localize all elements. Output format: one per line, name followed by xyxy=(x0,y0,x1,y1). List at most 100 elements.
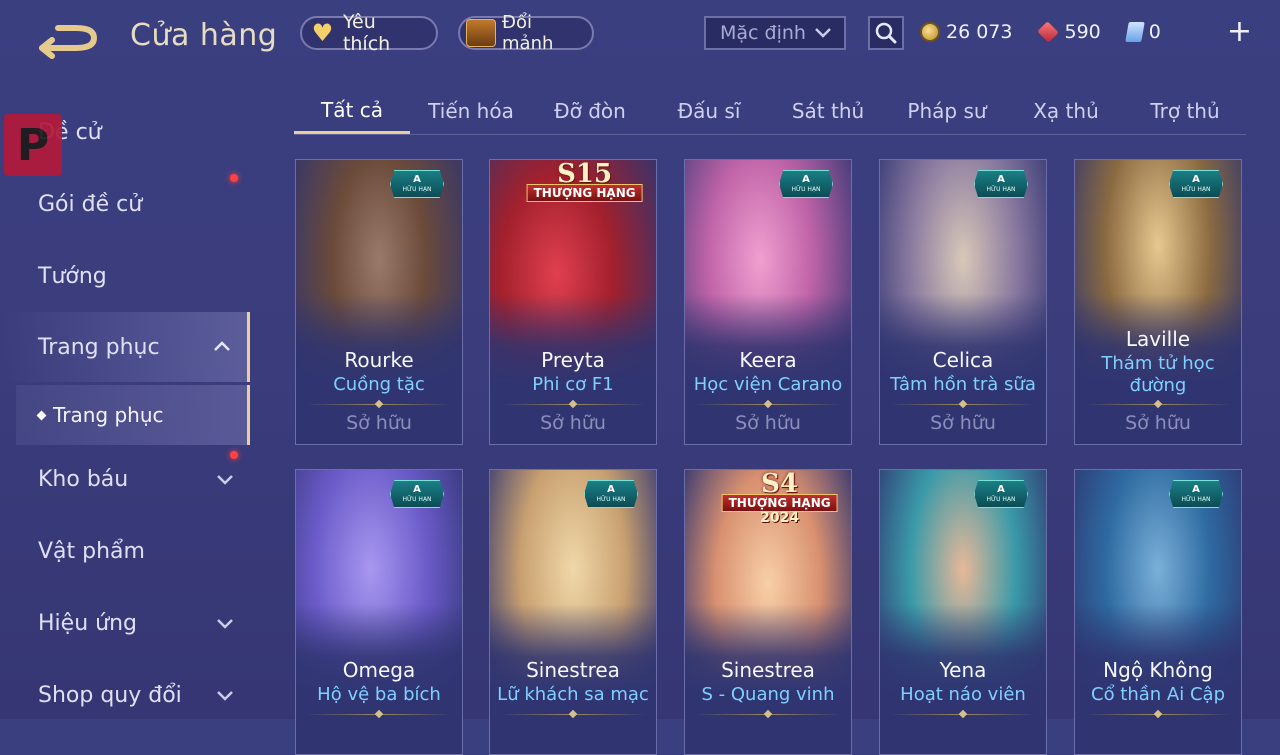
skin-name: Lữ khách sa mạc xyxy=(497,684,649,705)
sidebar-item-exchange-shop[interactable]: Shop quy đổi xyxy=(0,665,250,725)
limited-badge: A HỮU HẠN xyxy=(584,480,638,508)
skin-card[interactable]: S4 THƯỢNG HẠNG 2024 Sinestrea S - Quang … xyxy=(684,469,852,755)
skin-card[interactable]: A HỮU HẠN Ngộ Không Cổ thần Ai Cập xyxy=(1074,469,1242,755)
skin-name: S - Quang vinh xyxy=(701,684,835,705)
season-rank-badge: S15 THƯỢNG HẠNG xyxy=(526,160,643,202)
skin-card[interactable]: S15 THƯỢNG HẠNG Preyta Phi cơ F1 Sở hữu xyxy=(489,159,657,445)
sidebar-item-label: Hiệu ứng xyxy=(38,610,137,636)
chevron-down-icon xyxy=(815,28,831,38)
heart-icon: ♥ xyxy=(311,19,334,47)
gem-icon xyxy=(1037,21,1060,43)
sidebar-subitem-label: Trang phục xyxy=(53,403,164,427)
hero-name: Laville xyxy=(1125,327,1191,351)
owned-status: Sở hữu xyxy=(346,412,412,434)
skin-name: Phi cơ F1 xyxy=(532,374,614,395)
search-icon xyxy=(875,22,897,44)
gem-currency: 590 xyxy=(1037,21,1101,43)
voucher-icon xyxy=(1124,22,1145,42)
currency-bar: 26 073 590 0 + xyxy=(920,14,1270,50)
owned-status: Sở hữu xyxy=(1125,412,1191,434)
sidebar-item-recommended-packs[interactable]: Gói đề cử xyxy=(0,174,250,234)
chevron-down-icon xyxy=(217,475,233,485)
limited-badge: A HỮU HẠN xyxy=(779,170,833,198)
voucher-currency: 0 xyxy=(1124,21,1161,43)
sort-value: Mặc định xyxy=(720,22,806,44)
skin-name: Học viện Carano xyxy=(693,374,843,395)
tab-mage[interactable]: Pháp sư xyxy=(888,88,1006,134)
tab-tank[interactable]: Đỡ đòn xyxy=(531,88,649,134)
limited-badge: A HỮU HẠN xyxy=(390,170,444,198)
search-button[interactable] xyxy=(868,16,904,50)
page-title: Cửa hàng xyxy=(130,18,278,53)
back-arrow-icon xyxy=(39,25,98,59)
sidebar-item-skins[interactable]: Trang phục xyxy=(0,312,250,382)
owned-status: Sở hữu xyxy=(930,412,996,434)
sidebar-item-heroes[interactable]: Tướng xyxy=(0,246,250,306)
app-logo: P xyxy=(4,114,62,176)
skin-card[interactable]: A HỮU HẠN Yena Hoạt náo viên xyxy=(879,469,1047,755)
add-currency-button[interactable]: + xyxy=(1227,17,1252,47)
season-rank-badge: S4 THƯỢNG HẠNG 2024 xyxy=(721,470,838,526)
gold-currency: 26 073 xyxy=(920,21,1012,43)
sidebar-subitem-skins[interactable]: Trang phục xyxy=(16,385,250,445)
hero-name: Yena xyxy=(939,658,987,682)
tab-support[interactable]: Trợ thủ xyxy=(1126,88,1244,134)
chevron-down-icon xyxy=(217,691,233,701)
tab-marksman[interactable]: Xạ thủ xyxy=(1007,88,1125,134)
skin-card[interactable]: A HỮU HẠN Rourke Cuồng tặc Sở hữu xyxy=(295,159,463,445)
limited-badge: A HỮU HẠN xyxy=(390,480,444,508)
skin-card[interactable]: A HỮU HẠN Laville Thám tử học đường Sở hữ… xyxy=(1074,159,1242,445)
chevron-up-icon xyxy=(214,341,230,351)
hero-name: Preyta xyxy=(541,348,605,372)
hero-name: Omega xyxy=(342,658,416,682)
skin-card[interactable]: A HỮU HẠN Sinestrea Lữ khách sa mạc xyxy=(489,469,657,755)
gem-amount: 590 xyxy=(1064,21,1101,43)
sidebar: Đề cử Gói đề cử Tướng Trang phục Trang p… xyxy=(0,92,250,719)
hero-name: Celica xyxy=(932,348,994,372)
hero-name: Ngộ Không xyxy=(1103,658,1213,682)
hero-name: Sinestrea xyxy=(526,658,620,682)
sidebar-item-label: Vật phẩm xyxy=(38,538,145,564)
tab-evolution[interactable]: Tiến hóa xyxy=(412,88,530,134)
skin-name: Cổ thần Ai Cập xyxy=(1091,684,1225,705)
gold-coin-icon xyxy=(920,22,940,42)
tab-fighter[interactable]: Đấu sĩ xyxy=(650,88,768,134)
sort-dropdown[interactable]: Mặc định xyxy=(704,16,846,50)
sidebar-item-treasure[interactable]: Kho báu xyxy=(0,449,250,509)
back-button[interactable] xyxy=(36,20,104,60)
skin-name: Thám tử học đường xyxy=(1101,353,1215,396)
sidebar-item-label: Tướng xyxy=(38,263,107,289)
sidebar-item-effects[interactable]: Hiệu ứng xyxy=(0,593,250,653)
owned-status: Sở hữu xyxy=(735,412,801,434)
sidebar-item-label: Shop quy đổi xyxy=(38,682,182,708)
limited-badge: A HỮU HẠN xyxy=(1169,170,1223,198)
owned-status: Sở hữu xyxy=(540,412,606,434)
notification-dot xyxy=(230,451,238,459)
skin-card[interactable]: A HỮU HẠN Keera Học viện Carano Sở hữu xyxy=(684,159,852,445)
sidebar-item-label: Trang phục xyxy=(38,334,160,360)
limited-badge: A HỮU HẠN xyxy=(974,480,1028,508)
chevron-down-icon xyxy=(217,619,233,629)
hero-name: Rourke xyxy=(344,348,414,372)
shard-exchange-label: Đổi mảnh xyxy=(502,12,554,54)
skin-name: Cuồng tặc xyxy=(333,374,425,395)
shard-exchange-button[interactable]: Đổi mảnh xyxy=(458,12,594,54)
skin-name: Tâm hồn trà sữa xyxy=(890,374,1036,395)
notification-dot xyxy=(230,174,238,182)
gold-amount: 26 073 xyxy=(946,21,1013,43)
limited-badge: A HỮU HẠN xyxy=(1169,480,1223,508)
favorites-label: Yêu thích xyxy=(342,11,391,55)
hero-name: Sinestrea xyxy=(721,658,815,682)
tab-all[interactable]: Tất cả xyxy=(294,88,410,134)
sidebar-item-label: Kho báu xyxy=(38,466,129,492)
skin-name: Hoạt náo viên xyxy=(900,684,1026,705)
skin-name: Hộ vệ ba bích xyxy=(317,684,441,705)
tab-assassin[interactable]: Sát thủ xyxy=(769,88,887,134)
sidebar-item-label: Gói đề cử xyxy=(38,191,143,217)
skin-card[interactable]: A HỮU HẠN Celica Tâm hồn trà sữa Sở hữu xyxy=(879,159,1047,445)
favorites-button[interactable]: ♥ Yêu thích xyxy=(300,11,438,55)
sidebar-item-items[interactable]: Vật phẩm xyxy=(0,521,250,581)
voucher-amount: 0 xyxy=(1148,21,1161,43)
skin-card[interactable]: A HỮU HẠN Omega Hộ vệ ba bích xyxy=(295,469,463,755)
bullet-icon xyxy=(36,410,47,420)
